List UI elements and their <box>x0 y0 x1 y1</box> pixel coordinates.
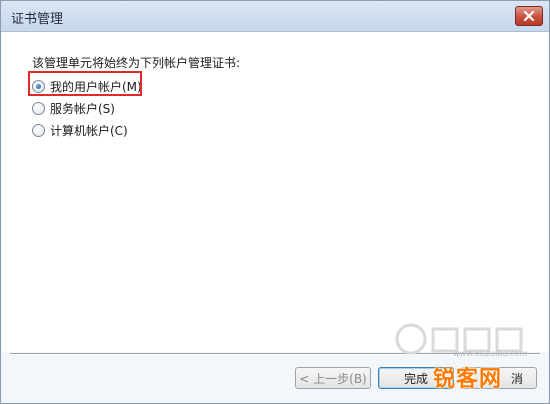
certificate-manager-dialog: 证书管理 该管理单元将始终为下列帐户管理证书: 我的用户帐户(M) 服务帐户(S… <box>0 0 550 404</box>
cancel-label: 消 <box>510 371 523 386</box>
radio-label: 服务帐户(S) <box>50 101 115 116</box>
window-title: 证书管理 <box>11 12 64 27</box>
radio-label: 计算机帐户(C) <box>50 123 128 138</box>
close-icon <box>523 11 535 21</box>
radio-button-icon[interactable] <box>32 123 45 137</box>
prompt-text: 该管理单元将始终为下列帐户管理证书: <box>32 56 241 70</box>
footer-separator <box>10 353 540 355</box>
finish-button[interactable]: 完成 <box>378 367 454 389</box>
radio-service-account[interactable]: 服务帐户(S) <box>32 98 115 118</box>
title-bar[interactable]: 证书管理 <box>1 1 549 32</box>
radio-button-icon[interactable] <box>32 101 45 115</box>
radio-computer-account[interactable]: 计算机帐户(C) <box>32 120 128 140</box>
cancel-button[interactable]: 消 <box>461 367 537 389</box>
close-button[interactable] <box>515 6 543 26</box>
back-button[interactable]: < 上一步(B) <box>295 367 371 389</box>
highlight-box <box>28 71 142 96</box>
dialog-content: 该管理单元将始终为下列帐户管理证书: 我的用户帐户(M) 服务帐户(S) 计算机… <box>2 32 548 352</box>
